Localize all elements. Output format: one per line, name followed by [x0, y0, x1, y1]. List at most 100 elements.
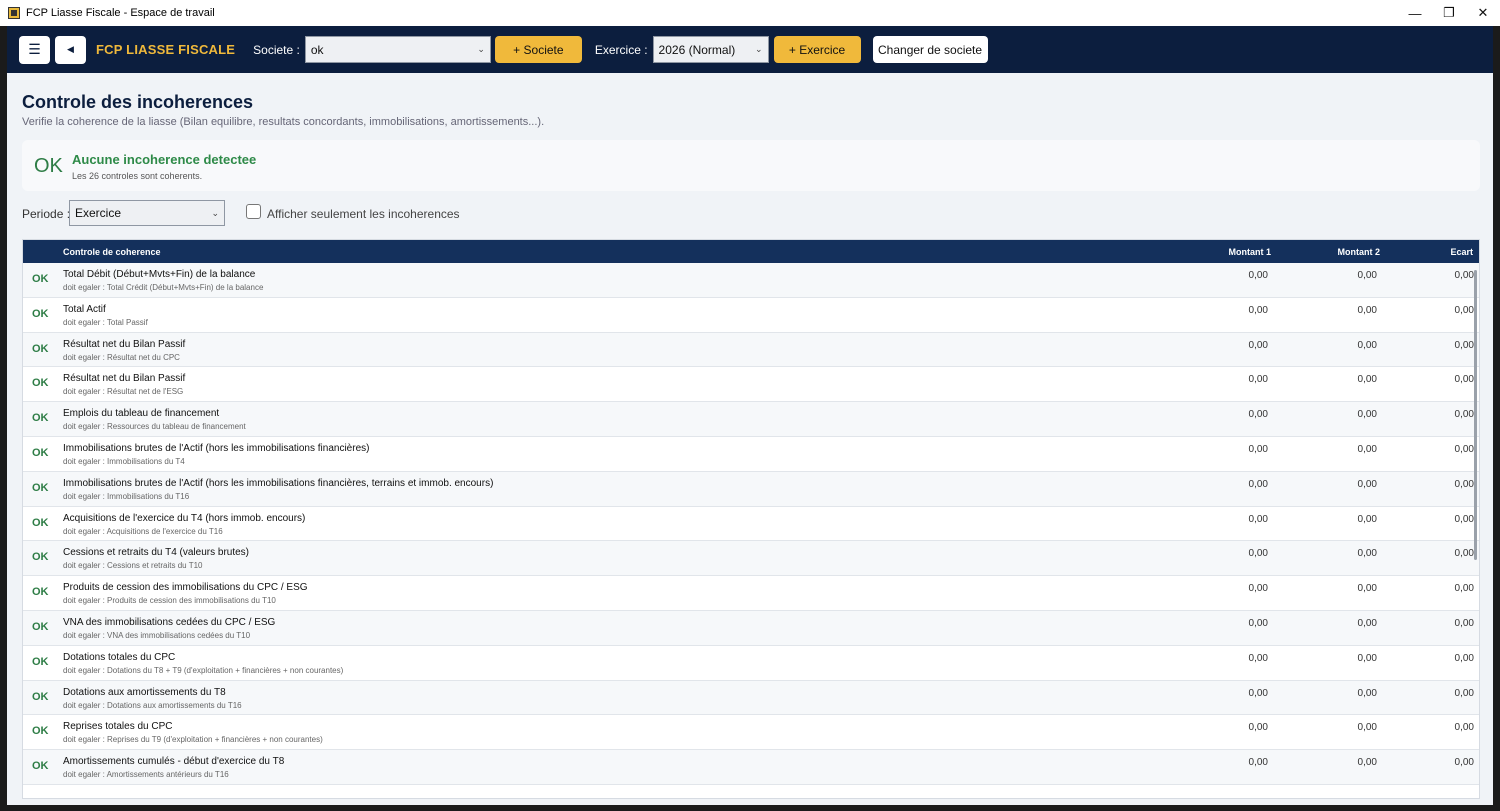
page-subtitle: Verifie la coherence de la liasse (Bilan… [22, 116, 545, 128]
table-row[interactable]: OK Résultat net du Bilan Passif doit egale… [23, 367, 1479, 403]
row-status: OK [32, 551, 49, 564]
row-montant-1: 0,00 [1248, 687, 1268, 699]
row-subtitle: doit egaler : Amortissements antérieurs … [63, 770, 229, 780]
page-title: Controle des incoherences [22, 92, 254, 112]
table-row[interactable]: OK Produits de cession des immobilisation… [23, 576, 1479, 611]
row-montant-1: 0,00 [1248, 270, 1268, 281]
row-status: OK [32, 446, 49, 459]
status-card: OK Aucune incoherence detectee Les 26 co… [22, 140, 1480, 191]
row-subtitle: doit egaler : Total Crédit (Début+Mvts+F… [63, 283, 264, 292]
row-montant-1: 0,00 [1248, 513, 1268, 525]
header-montant-2[interactable]: Montant 2 [1338, 247, 1381, 257]
row-status: OK [32, 690, 49, 703]
row-subtitle: doit egaler : Résultat net du CPC [63, 352, 180, 362]
maximize-icon[interactable]: ❐ [1432, 0, 1466, 26]
row-title: Total Actif [63, 303, 106, 315]
table-row[interactable]: OK Emplois du tableau de financement doit … [23, 402, 1479, 437]
change-societe-button[interactable]: Changer de societe [872, 36, 988, 63]
status-subtitle: Les 26 controles sont coherents. [72, 171, 203, 181]
row-subtitle: doit egaler : Produits de cession des im… [63, 596, 276, 606]
row-montant-2: 0,00 [1357, 339, 1377, 351]
app-icon [8, 7, 20, 19]
table-row[interactable]: OK Immobilisations brutes de l'Actif (hor… [23, 437, 1479, 472]
row-montant-2: 0,00 [1357, 304, 1377, 316]
societe-select[interactable]: ok ⌄ [304, 36, 491, 63]
table-row[interactable]: OK Amortissements cumulés - début d'exerc… [23, 750, 1479, 785]
table-row[interactable]: OK Dotations totales du CPC doit egaler : … [23, 646, 1479, 681]
add-exercice-button[interactable]: + Exercice [773, 36, 861, 63]
window-titlebar: FCP Liasse Fiscale - Espace de travail —… [0, 0, 1500, 26]
row-montant-1: 0,00 [1248, 374, 1268, 386]
periode-select[interactable]: Exercice ⌄ [69, 200, 225, 226]
row-status: OK [32, 481, 49, 494]
row-ecart: 0,00 [1454, 443, 1474, 455]
row-montant-2: 0,00 [1357, 722, 1377, 734]
row-subtitle: doit egaler : Total Passif [63, 317, 148, 327]
hamburger-icon: ☰ [28, 41, 41, 57]
back-button[interactable]: ◀ [55, 35, 86, 64]
row-montant-1: 0,00 [1248, 652, 1268, 664]
table-row[interactable]: OK Résultat net du Bilan Passif doit egale… [23, 332, 1479, 368]
table-header: Controle de coherence Montant 1 Montant … [23, 240, 1479, 263]
row-ecart: 0,00 [1454, 548, 1474, 560]
table-row[interactable]: OK Acquisitions de l'exercice du T4 (hors… [23, 507, 1479, 542]
row-montant-2: 0,00 [1357, 652, 1377, 664]
row-ecart: 0,00 [1454, 374, 1474, 386]
row-title: Acquisitions de l'exercice du T4 (hors i… [63, 512, 306, 524]
menu-button[interactable]: ☰ [19, 35, 50, 64]
row-ecart: 0,00 [1454, 722, 1474, 734]
row-montant-2: 0,00 [1357, 757, 1377, 769]
row-ecart: 0,00 [1454, 652, 1474, 664]
row-montant-1: 0,00 [1248, 409, 1268, 421]
table-row[interactable]: OK Reprises totales du CPC doit egaler : R… [23, 715, 1479, 751]
row-montant-2: 0,00 [1357, 409, 1377, 421]
row-montant-1: 0,00 [1248, 722, 1268, 734]
exercice-select-value: 2026 (Normal) [658, 42, 736, 57]
header-ecart[interactable]: Ecart [1450, 247, 1473, 257]
table-row[interactable]: OK Total Actif doit egaler : Total Passif 0… [23, 298, 1479, 333]
row-montant-1: 0,00 [1248, 548, 1268, 560]
table-row[interactable]: OK Immobilisations brutes de l'Actif (hor… [23, 471, 1479, 507]
row-ecart: 0,00 [1454, 583, 1474, 595]
row-subtitle: doit egaler : Ressources du tableau de f… [63, 422, 246, 432]
exercice-select[interactable]: 2026 (Normal) ⌄ [652, 36, 769, 63]
close-icon[interactable]: ✕ [1466, 0, 1500, 26]
row-ecart: 0,00 [1454, 270, 1474, 281]
row-title: Dotations aux amortissements du T8 [63, 686, 226, 698]
societe-select-value: ok [310, 42, 324, 57]
row-subtitle: doit egaler : Reprises du T9 (d'exploita… [63, 735, 323, 745]
row-subtitle: doit egaler : Cessions et retraits du T1… [63, 561, 203, 571]
header-control[interactable]: Controle de coherence [63, 247, 161, 257]
window-controls: — ❐ ✕ [1398, 0, 1500, 26]
row-ecart: 0,00 [1454, 478, 1474, 490]
controls-table: Controle de coherence Montant 1 Montant … [22, 239, 1480, 799]
row-montant-1: 0,00 [1248, 583, 1268, 595]
app-brand: FCP LIASSE FISCALE [96, 42, 236, 57]
table-row[interactable]: OK Total Débit (Début+Mvts+Fin) de la bal… [23, 263, 1479, 298]
status-title: Aucune incoherence detectee [72, 152, 257, 167]
only-incoherences-checkbox[interactable] [246, 204, 261, 219]
row-status: OK [32, 760, 49, 773]
row-title: Reprises totales du CPC [63, 721, 173, 733]
only-incoherences-label[interactable]: Afficher seulement les incoherences [267, 207, 460, 221]
chevron-down-icon: ⌄ [211, 208, 219, 218]
table-row[interactable]: OK Cessions et retraits du T4 (valeurs br… [23, 541, 1479, 577]
row-title: Immobilisations brutes de l'Actif (hors … [63, 477, 494, 489]
row-status: OK [32, 273, 49, 285]
row-montant-2: 0,00 [1357, 443, 1377, 455]
row-status: OK [32, 342, 49, 355]
row-subtitle: doit egaler : VNA des immobilisations ce… [63, 630, 251, 640]
add-societe-button[interactable]: + Societe [494, 36, 582, 63]
table-row[interactable]: OK Dotations aux amortissements du T8 doit… [23, 680, 1479, 716]
minimize-icon[interactable]: — [1398, 0, 1432, 26]
row-montant-1: 0,00 [1248, 617, 1268, 629]
header-montant-1[interactable]: Montant 1 [1229, 247, 1272, 257]
row-montant-1: 0,00 [1248, 443, 1268, 455]
row-title: Amortissements cumulés - début d'exercic… [63, 756, 285, 768]
row-title: Total Débit (Début+Mvts+Fin) de la balan… [63, 269, 256, 280]
row-title: Emplois du tableau de financement [63, 408, 220, 420]
table-scrollbar[interactable] [1474, 270, 1477, 560]
row-ecart: 0,00 [1454, 513, 1474, 525]
table-row[interactable]: OK VNA des immobilisations cedées du CPC … [23, 610, 1479, 646]
status-ok-icon: OK [34, 155, 63, 177]
